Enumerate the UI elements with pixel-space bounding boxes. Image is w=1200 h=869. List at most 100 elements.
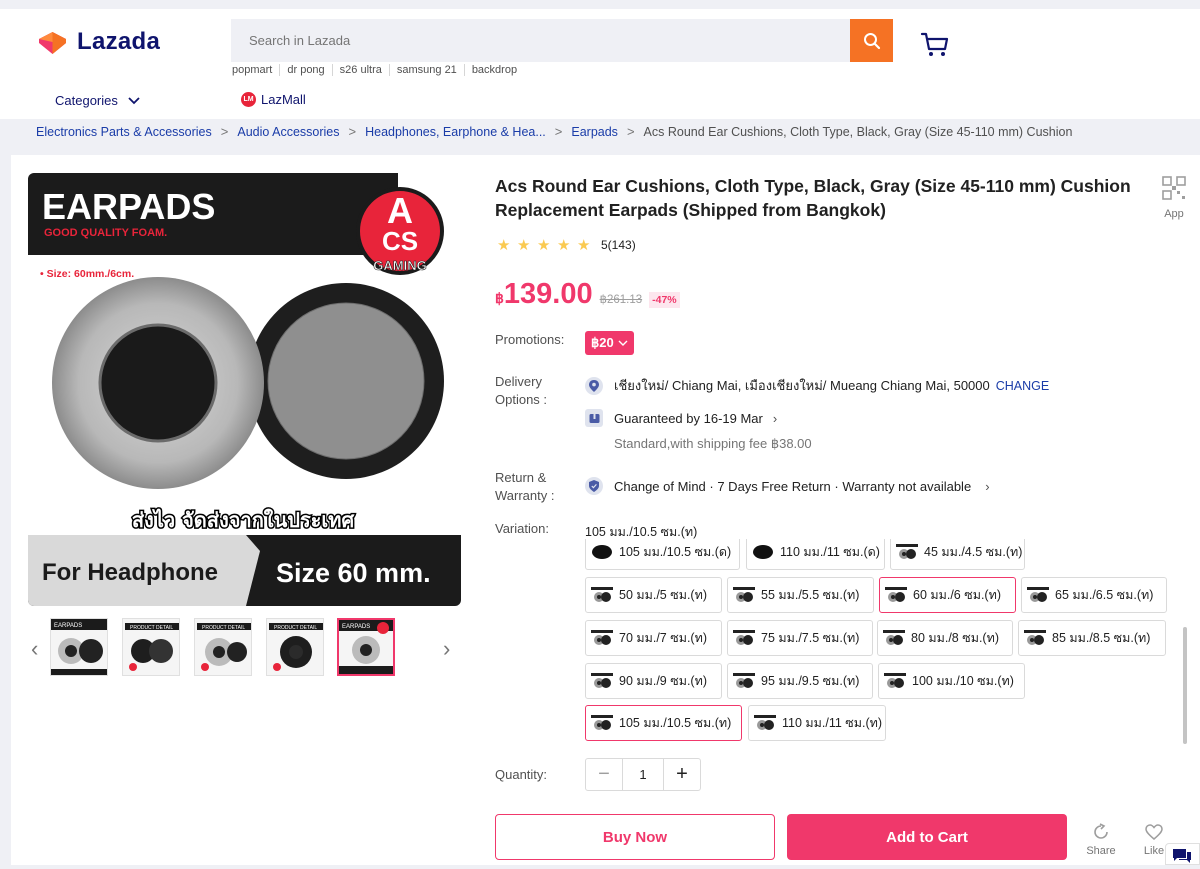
variation-option-label: 90 มม./9 ซม.(ท) — [619, 674, 707, 688]
variation-option[interactable]: 105 มม./10.5 ซม.(ด) — [585, 539, 740, 570]
thumbnail-image[interactable]: EARPADS — [50, 618, 108, 676]
variation-option[interactable]: 110 มม./11 ซม.(ด) — [746, 539, 885, 570]
thumb-label: EARPADS — [54, 623, 82, 629]
variation-option[interactable]: 85 มม./8.5 ซม.(ท) — [1018, 620, 1166, 656]
variation-option[interactable]: 55 มม./5.5 ซม.(ท) — [727, 577, 874, 613]
top-strip — [0, 0, 1200, 9]
star-icon: ★ — [497, 237, 511, 254]
delivery-label: Delivery Options : — [495, 374, 548, 407]
shield-icon — [585, 477, 603, 495]
quantity-increase-button[interactable]: + — [664, 759, 700, 790]
variation-option[interactable]: 95 มม./9.5 ซม.(ท) — [727, 663, 873, 699]
thumbnail-strip: ‹ EARPADS PRODUCT DETAIL PRODUCT DETAIL … — [28, 618, 461, 680]
search-button[interactable] — [850, 19, 893, 62]
heart-icon — [1145, 824, 1163, 840]
variation-option[interactable]: 80 มม./8 ซม.(ท) — [877, 620, 1013, 656]
thumbnail-prev-button[interactable]: ‹ — [31, 636, 38, 662]
search-bar — [231, 19, 893, 62]
breadcrumb-link[interactable]: Audio Accessories — [237, 125, 339, 139]
chat-widget[interactable] — [1165, 843, 1200, 865]
variation-option-label: 110 มม./11 ซม.(ท) — [782, 716, 883, 730]
breadcrumb-link[interactable]: Headphones, Earphone & Hea... — [365, 125, 546, 139]
brand-cs: CS — [382, 226, 418, 256]
quantity-input[interactable]: 1 — [622, 759, 664, 790]
thumbnail-image-active[interactable]: EARPADS — [337, 618, 395, 676]
thumbnail-image[interactable]: PRODUCT DETAIL — [194, 618, 252, 676]
like-button[interactable]: Like — [1140, 822, 1168, 857]
variation-thumb — [591, 715, 613, 731]
variation-options: 105 มม./10.5 ซม.(ด) 110 มม./11 ซม.(ด) 45… — [585, 539, 1185, 744]
price-block: ฿ 139.00 ฿261.13 -47% — [495, 278, 680, 311]
variation-option-label: 60 มม./6 ซม.(ท) — [913, 588, 1001, 602]
return-warranty-row[interactable]: Change of Mind · 7 Days Free Return · Wa… — [585, 477, 990, 495]
variation-option[interactable]: 45 มม./4.5 ซม.(ท) — [890, 539, 1025, 570]
lazmall-link[interactable]: LM LazMall — [241, 92, 306, 107]
share-label: Share — [1086, 845, 1116, 857]
chevron-right-icon: › — [985, 478, 990, 494]
brand-gaming: GAMING — [373, 258, 426, 273]
variation-scrollbar[interactable] — [1183, 627, 1187, 744]
variation-option[interactable]: 90 มม./9 ซม.(ท) — [585, 663, 722, 699]
hero-size-label: Size 60 mm. — [276, 558, 431, 588]
variation-option-label: 75 มม./7.5 ซม.(ท) — [761, 631, 860, 645]
search-input[interactable] — [231, 19, 850, 62]
variation-label: Variation: — [495, 521, 549, 536]
suggestion-link[interactable]: popmart — [232, 64, 279, 76]
variation-option-selected[interactable]: 60 มม./6 ซม.(ท) — [879, 577, 1016, 613]
currency-symbol: ฿ — [495, 290, 504, 306]
suggestion-link[interactable]: dr pong — [279, 64, 331, 76]
cart-button[interactable] — [920, 31, 950, 64]
variation-option[interactable]: 110 มม./11 ซม.(ท) — [748, 705, 886, 741]
breadcrumb-separator: > — [220, 124, 229, 139]
star-icon: ★ — [537, 237, 551, 254]
buy-now-button[interactable]: Buy Now — [495, 814, 775, 860]
hero-title: EARPADS — [42, 186, 215, 227]
delivery-guarantee: Guaranteed by 16-19 Mar — [614, 410, 763, 426]
product-main-image[interactable]: EARPADS GOOD QUALITY FOAM. A CS GAMING •… — [28, 173, 461, 606]
lazada-logo[interactable]: Lazada — [36, 28, 160, 56]
suggestion-link[interactable]: backdrop — [463, 64, 524, 76]
current-price: 139.00 — [503, 278, 593, 310]
return-warranty-label: Return & Warranty : — [495, 470, 555, 503]
variation-option[interactable]: 70 มม./7 ซม.(ท) — [585, 620, 722, 656]
quantity-decrease-button[interactable]: − — [586, 759, 622, 790]
like-label: Like — [1143, 845, 1165, 857]
variation-option[interactable]: 75 มม./7.5 ซม.(ท) — [727, 620, 873, 656]
app-qr-button[interactable]: App — [1158, 175, 1190, 220]
hero-subtitle: GOOD QUALITY FOAM. — [44, 227, 167, 239]
breadcrumb-link[interactable]: Electronics Parts & Accessories — [36, 125, 212, 139]
categories-menu[interactable]: Categories — [55, 93, 140, 108]
thumb-label: EARPADS — [342, 624, 370, 630]
change-address-link[interactable]: CHANGE — [996, 379, 1049, 393]
variation-thumb — [733, 630, 755, 646]
location-pin-icon — [585, 376, 603, 395]
thumbnail-next-button[interactable]: › — [443, 636, 450, 662]
breadcrumb: Electronics Parts & Accessories > Audio … — [36, 124, 1072, 139]
variation-option-label: 70 มม./7 ซม.(ท) — [619, 631, 707, 645]
suggestion-link[interactable]: samsung 21 — [388, 64, 464, 76]
variation-option[interactable]: 100 มม./10 ซม.(ท) — [878, 663, 1025, 699]
promotion-voucher[interactable]: ฿20 — [585, 331, 634, 355]
breadcrumb-separator: > — [348, 124, 357, 139]
return-warranty-text: Change of Mind · 7 Days Free Return · Wa… — [614, 478, 972, 494]
variation-option[interactable]: 50 มม./5 ซม.(ท) — [585, 577, 722, 613]
suggestion-link[interactable]: s26 ultra — [331, 64, 389, 76]
lazmall-label: LazMall — [261, 92, 306, 107]
lazmall-icon: LM — [241, 92, 256, 107]
delivery-address-row: เชียงใหม่/ Chiang Mai, เมืองเชียงใหม่/ M… — [585, 375, 1049, 396]
share-button[interactable]: Share — [1084, 822, 1118, 857]
variation-thumb — [591, 544, 613, 560]
product-rating[interactable]: ★ ★ ★ ★ ★ 5(143) — [497, 236, 636, 254]
variation-option[interactable]: 65 มม./6.5 ซม.(ท) — [1021, 577, 1167, 613]
thumbnail-image[interactable]: PRODUCT DETAIL — [122, 618, 180, 676]
variation-thumb — [752, 544, 774, 560]
quantity-label: Quantity: — [495, 767, 548, 782]
breadcrumb-link[interactable]: Earpads — [571, 125, 618, 139]
thumbnail-image[interactable]: PRODUCT DETAIL — [266, 618, 324, 676]
chevron-down-icon — [618, 340, 628, 346]
add-to-cart-button[interactable]: Add to Cart — [787, 814, 1067, 860]
delivery-guarantee-row[interactable]: Guaranteed by 16-19 Mar › — [585, 409, 777, 427]
original-price: ฿261.13 — [599, 294, 643, 306]
search-suggestions: popmart dr pong s26 ultra samsung 21 bac… — [232, 64, 524, 76]
variation-option-selected[interactable]: 105 มม./10.5 ซม.(ท) — [585, 705, 742, 741]
